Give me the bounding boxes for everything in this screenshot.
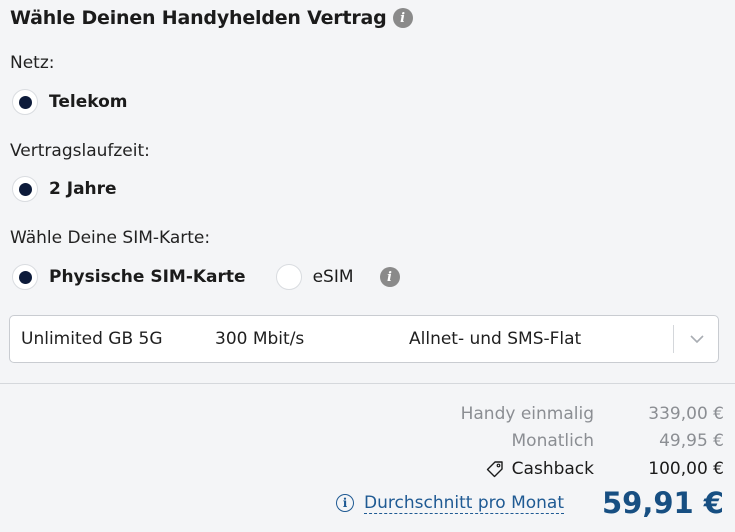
one-time-value: 339,00 € xyxy=(648,404,724,424)
summary-cashback: Cashback 100,00 € xyxy=(485,459,724,479)
radio-physical-sim[interactable] xyxy=(12,264,38,290)
radio-esim[interactable] xyxy=(275,264,302,290)
radio-telekom[interactable] xyxy=(12,89,38,115)
sim-option-physical[interactable]: Physische SIM-Karte xyxy=(12,264,246,290)
average-value: 59,91 € xyxy=(601,486,724,520)
term-label: Vertragslaufzeit: xyxy=(10,141,150,161)
divider xyxy=(0,383,735,384)
sim-option-esim[interactable]: eSIM xyxy=(275,264,354,290)
sim-option-label: eSIM xyxy=(312,267,354,287)
cashback-label: Cashback xyxy=(511,459,594,479)
summary-one-time: Handy einmalig 339,00 € xyxy=(461,404,724,424)
page-title: Wähle Deinen Handyhelden Vertrag xyxy=(10,7,387,29)
sim-options: Physische SIM-Karte eSIM i xyxy=(12,264,400,290)
summary-average: i Durchschnitt pro Monat 59,91 € xyxy=(336,486,724,520)
network-option-telekom[interactable]: Telekom xyxy=(12,89,127,115)
contract-header: Wähle Deinen Handyhelden Vertrag i xyxy=(10,7,413,29)
average-link[interactable]: i Durchschnitt pro Monat xyxy=(336,493,564,514)
info-icon[interactable]: i xyxy=(379,267,400,287)
term-option-2-years[interactable]: 2 Jahre xyxy=(12,176,117,202)
network-label: Netz: xyxy=(10,53,55,73)
term-option-label: 2 Jahre xyxy=(49,179,117,199)
average-label[interactable]: Durchschnitt pro Monat xyxy=(364,493,564,514)
network-option-label: Telekom xyxy=(49,92,128,112)
info-outline-icon[interactable]: i xyxy=(336,494,355,512)
tariff-data-volume: Unlimited GB 5G xyxy=(21,329,163,349)
monthly-label: Monatlich xyxy=(511,431,595,451)
cashback-value: 100,00 € xyxy=(648,459,724,479)
monthly-value: 49,95 € xyxy=(659,431,724,451)
summary-monthly: Monatlich 49,95 € xyxy=(512,431,725,451)
sim-option-label: Physische SIM-Karte xyxy=(49,267,246,287)
radio-2-years[interactable] xyxy=(12,176,38,202)
sim-label: Wähle Deine SIM-Karte: xyxy=(10,228,211,248)
chevron-down-icon[interactable] xyxy=(688,330,706,348)
tariff-speed: 300 Mbit/s xyxy=(215,329,305,349)
tariff-select[interactable]: Unlimited GB 5G 300 Mbit/s Allnet- und S… xyxy=(9,315,719,363)
tag-icon xyxy=(486,461,503,478)
select-divider xyxy=(673,325,674,353)
info-icon[interactable]: i xyxy=(392,8,413,28)
one-time-label: Handy einmalig xyxy=(460,404,594,424)
tariff-flat: Allnet- und SMS-Flat xyxy=(409,329,582,349)
